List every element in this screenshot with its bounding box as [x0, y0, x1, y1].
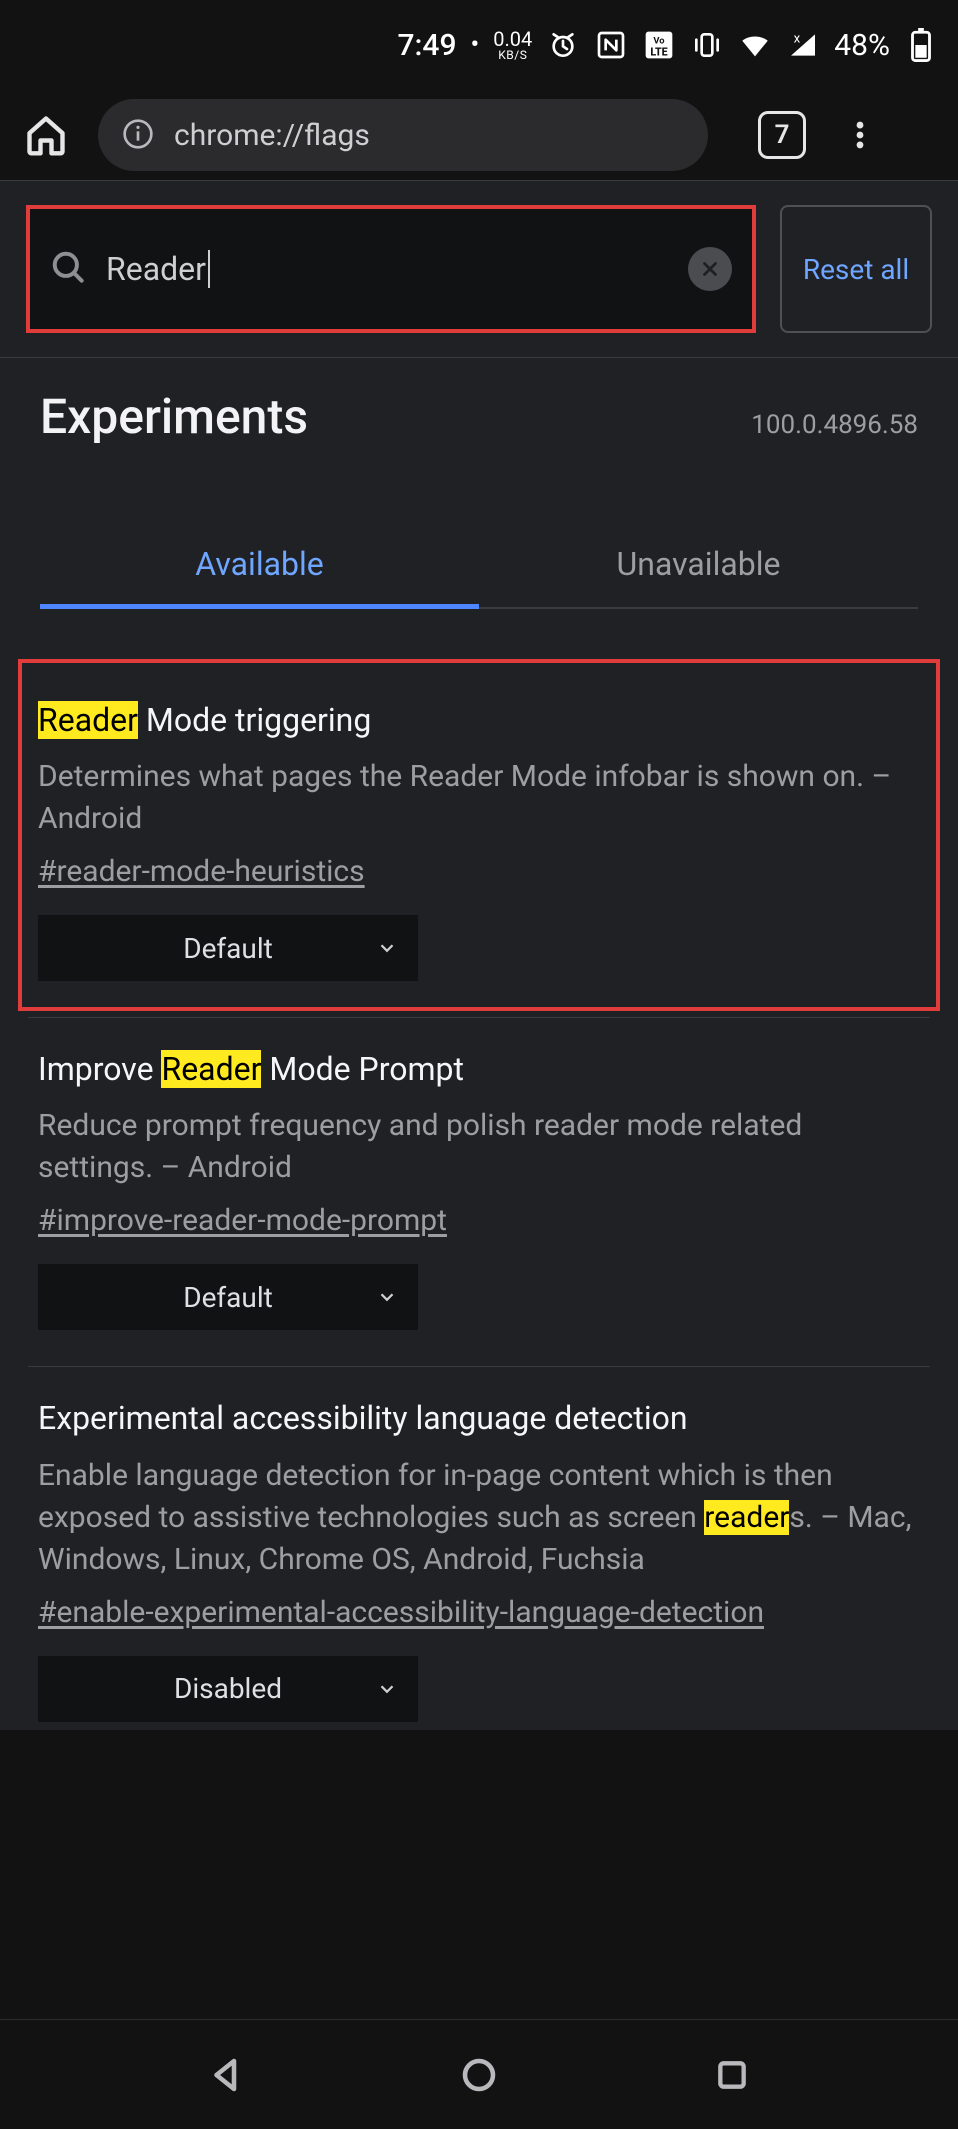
- status-separator-dot: •: [471, 30, 480, 60]
- flag-hash-link[interactable]: #improve-reader-mode-prompt: [38, 1203, 447, 1238]
- android-nav-bar: [0, 2019, 958, 2129]
- menu-button[interactable]: [836, 111, 884, 159]
- site-info-icon[interactable]: [122, 118, 156, 152]
- tab-available[interactable]: Available: [40, 525, 479, 607]
- flag-value-text: Default: [183, 932, 273, 965]
- clear-search-button[interactable]: [688, 247, 732, 291]
- search-value: Reader: [106, 250, 672, 288]
- search-icon: [50, 249, 90, 289]
- reset-all-button[interactable]: Reset all: [780, 205, 932, 333]
- flag-title: Experimental accessibility language dete…: [38, 1397, 920, 1440]
- tab-count: 7: [775, 120, 790, 150]
- flag-value-text: Default: [183, 1281, 273, 1314]
- status-net-speed: 0.04 KB/S: [493, 29, 532, 61]
- flag-value-select[interactable]: Default: [38, 1264, 418, 1330]
- svg-text:LTE: LTE: [651, 46, 668, 59]
- flag-hash-link[interactable]: #reader-mode-heuristics: [38, 854, 365, 889]
- tab-unavailable[interactable]: Unavailable: [479, 525, 918, 607]
- vibrate-icon: [690, 28, 724, 62]
- chrome-version: 100.0.4896.58: [751, 410, 918, 440]
- url-bar[interactable]: chrome://flags: [98, 99, 708, 171]
- flag-hash-link[interactable]: #enable-experimental-accessibility-langu…: [38, 1595, 764, 1630]
- match-highlight: Reader: [161, 1050, 261, 1088]
- svg-text:x: x: [794, 31, 801, 46]
- chevron-down-icon: [376, 1678, 398, 1700]
- battery-icon: [904, 28, 938, 62]
- match-highlight: Reader: [38, 701, 138, 739]
- nav-back-button[interactable]: [201, 2049, 253, 2101]
- page-header: Experiments 100.0.4896.58: [0, 358, 958, 485]
- flag-item-reader-mode-heuristics: Reader Mode triggering Determines what p…: [28, 669, 930, 1018]
- tab-switcher-button[interactable]: 7: [758, 111, 806, 159]
- flag-description: Reduce prompt frequency and polish reade…: [38, 1105, 920, 1189]
- page-title: Experiments: [40, 388, 308, 445]
- nav-recents-button[interactable]: [706, 2049, 758, 2101]
- flag-tabs: Available Unavailable: [40, 525, 918, 609]
- flag-title: Reader Mode triggering: [38, 699, 920, 742]
- android-status-bar: 7:49 • 0.04 KB/S VoLTE x 48%: [0, 0, 958, 90]
- flag-search-input[interactable]: Reader: [26, 205, 756, 333]
- nfc-icon: [594, 28, 628, 62]
- flag-value-text: Disabled: [174, 1672, 282, 1705]
- text-cursor: [208, 250, 210, 288]
- status-clock: 7:49: [397, 28, 456, 63]
- flag-value-select[interactable]: Disabled: [38, 1656, 418, 1722]
- cell-signal-icon: x: [786, 28, 820, 62]
- match-highlight: reader: [704, 1500, 789, 1535]
- battery-percent: 48%: [834, 28, 890, 63]
- flag-item-improve-reader-mode-prompt: Improve Reader Mode Prompt Reduce prompt…: [28, 1018, 930, 1367]
- flag-value-select[interactable]: Default: [38, 915, 418, 981]
- nav-home-button[interactable]: [453, 2049, 505, 2101]
- wifi-icon: [738, 28, 772, 62]
- flag-description: Enable language detection for in-page co…: [38, 1455, 920, 1581]
- flag-description: Determines what pages the Reader Mode in…: [38, 756, 920, 840]
- flags-page: Reader Reset all Experiments 100.0.4896.…: [0, 180, 958, 1730]
- url-text: chrome://flags: [174, 118, 370, 153]
- search-row: Reader Reset all: [0, 181, 958, 358]
- home-button[interactable]: [18, 107, 74, 163]
- flag-title: Improve Reader Mode Prompt: [38, 1048, 920, 1091]
- chevron-down-icon: [376, 1286, 398, 1308]
- chevron-down-icon: [376, 937, 398, 959]
- flags-list: Reader Mode triggering Determines what p…: [0, 609, 958, 1730]
- flag-item-accessibility-language-detection: Experimental accessibility language dete…: [28, 1367, 930, 1729]
- browser-toolbar: chrome://flags 7: [0, 90, 958, 180]
- alarm-icon: [546, 28, 580, 62]
- volte-icon: VoLTE: [642, 28, 676, 62]
